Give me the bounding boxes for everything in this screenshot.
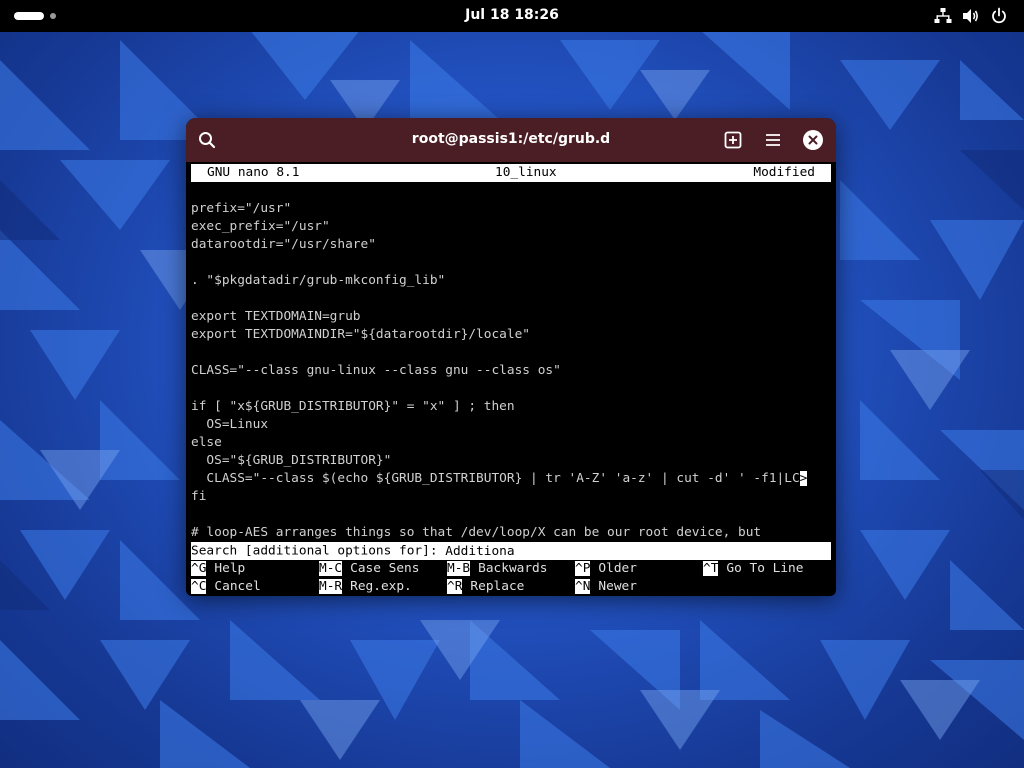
shortcut-key: ^G: [191, 561, 207, 576]
buffer-line[interactable]: OS="${GRUB_DISTRIBUTOR}": [191, 452, 831, 470]
volume-icon[interactable]: [962, 7, 980, 25]
shortcut-label: Replace: [470, 579, 525, 594]
line-overflow-marker: >: [799, 471, 808, 486]
buffer-line[interactable]: [191, 290, 831, 308]
shortcut-help[interactable]: ^G Help: [191, 560, 245, 578]
shortcut-key: M-C: [319, 561, 343, 576]
shortcut-key: ^C: [191, 579, 207, 594]
buffer-line[interactable]: CLASS="--class gnu-linux --class gnu --c…: [191, 362, 831, 380]
buffer-line[interactable]: [191, 344, 831, 362]
search-prompt-bar[interactable]: Search [additional options for]:: [191, 542, 831, 560]
shortcut-label: Help: [214, 561, 246, 576]
shortcut-case-sens[interactable]: M-C Case Sens: [319, 560, 419, 578]
buffer-line[interactable]: # loop-AES arranges things so that /dev/…: [191, 524, 831, 542]
shortcut-bar-row-1: ^G Help M-C Case Sens M-B Backwards ^P Older…: [191, 560, 831, 578]
buffer-line-text: CLASS="--class $(echo ${GRUB_DISTRIBUTOR…: [191, 471, 800, 486]
shortcut-newer[interactable]: ^N Newer: [575, 578, 637, 596]
hamburger-menu-icon[interactable]: [762, 129, 784, 151]
shortcut-cancel[interactable]: ^C Cancel: [191, 578, 261, 596]
shortcut-label: Case Sens: [350, 561, 420, 576]
shortcut-label: Older: [598, 561, 637, 576]
shortcut-key: ^P: [575, 561, 591, 576]
nano-version: GNU nano 8.1: [207, 165, 300, 180]
buffer-line[interactable]: fi: [191, 488, 831, 506]
activities-indicator[interactable]: [14, 10, 62, 22]
workspace-dot: [50, 13, 56, 19]
search-input[interactable]: [445, 542, 736, 560]
shortcut-key: ^N: [575, 579, 591, 594]
terminal-titlebar[interactable]: root@passis1:/etc/grub.d: [186, 118, 836, 162]
network-icon[interactable]: [934, 7, 952, 25]
buffer-line[interactable]: export TEXTDOMAINDIR="${datarootdir}/loc…: [191, 326, 831, 344]
close-icon[interactable]: [803, 130, 823, 150]
new-tab-icon[interactable]: [722, 129, 744, 151]
buffer-line[interactable]: [191, 506, 831, 524]
nano-header-bar: GNU nano 8.1 10_linux Modified: [191, 164, 831, 182]
nano-modified-status: Modified: [753, 165, 815, 180]
shortcut-older[interactable]: ^P Older: [575, 560, 637, 578]
buffer-line[interactable]: [191, 182, 831, 200]
buffer-line[interactable]: [191, 380, 831, 398]
shortcut-replace[interactable]: ^R Replace: [447, 578, 524, 596]
buffer-line[interactable]: export TEXTDOMAIN=grub: [191, 308, 831, 326]
shortcut-backwards[interactable]: M-B Backwards: [447, 560, 547, 578]
shortcut-key: M-R: [319, 579, 343, 594]
buffer-line[interactable]: . "$pkgdatadir/grub-mkconfig_lib": [191, 272, 831, 290]
shortcut-go-to-line[interactable]: ^T Go To Line: [703, 560, 803, 578]
shortcut-key: ^R: [447, 579, 463, 594]
shortcut-label: Go To Line: [726, 561, 804, 576]
buffer-line[interactable]: if [ "x${GRUB_DISTRIBUTOR}" = "x" ] ; th…: [191, 398, 831, 416]
nano-filename: 10_linux: [495, 165, 557, 180]
shortcut-bar-row-2: ^C Cancel M-R Reg.exp. ^R Replace ^N Newer: [191, 578, 831, 596]
buffer-line[interactable]: datarootdir="/usr/share": [191, 236, 831, 254]
buffer-line[interactable]: OS=Linux: [191, 416, 831, 434]
buffer-line[interactable]: prefix="/usr": [191, 200, 831, 218]
shortcut-label: Cancel: [214, 579, 261, 594]
shortcut-label: Backwards: [478, 561, 548, 576]
buffer-line[interactable]: else: [191, 434, 831, 452]
text-buffer[interactable]: prefix="/usr" exec_prefix="/usr" dataroo…: [191, 182, 831, 542]
top-bar: Jul 18 18:26: [0, 0, 1024, 32]
clock-label[interactable]: Jul 18 18:26: [465, 7, 559, 23]
shortcut-key: ^T: [703, 561, 719, 576]
shortcut-key: M-B: [447, 561, 471, 576]
workspace-active-pill: [14, 12, 44, 20]
terminal-window[interactable]: root@passis1:/etc/grub.d GNU nano 8.1 10…: [186, 118, 836, 596]
nano-editor[interactable]: GNU nano 8.1 10_linux Modified prefix="/…: [191, 164, 831, 594]
buffer-line-overflow[interactable]: CLASS="--class $(echo ${GRUB_DISTRIBUTOR…: [191, 470, 831, 488]
buffer-line[interactable]: exec_prefix="/usr": [191, 218, 831, 236]
shortcut-reg-exp[interactable]: M-R Reg.exp.: [319, 578, 412, 596]
buffer-line[interactable]: [191, 254, 831, 272]
search-prompt-label: Search [additional options for]:: [191, 543, 446, 559]
shortcut-label: Reg.exp.: [350, 579, 412, 594]
shortcut-label: Newer: [598, 579, 637, 594]
power-icon[interactable]: [990, 7, 1008, 25]
